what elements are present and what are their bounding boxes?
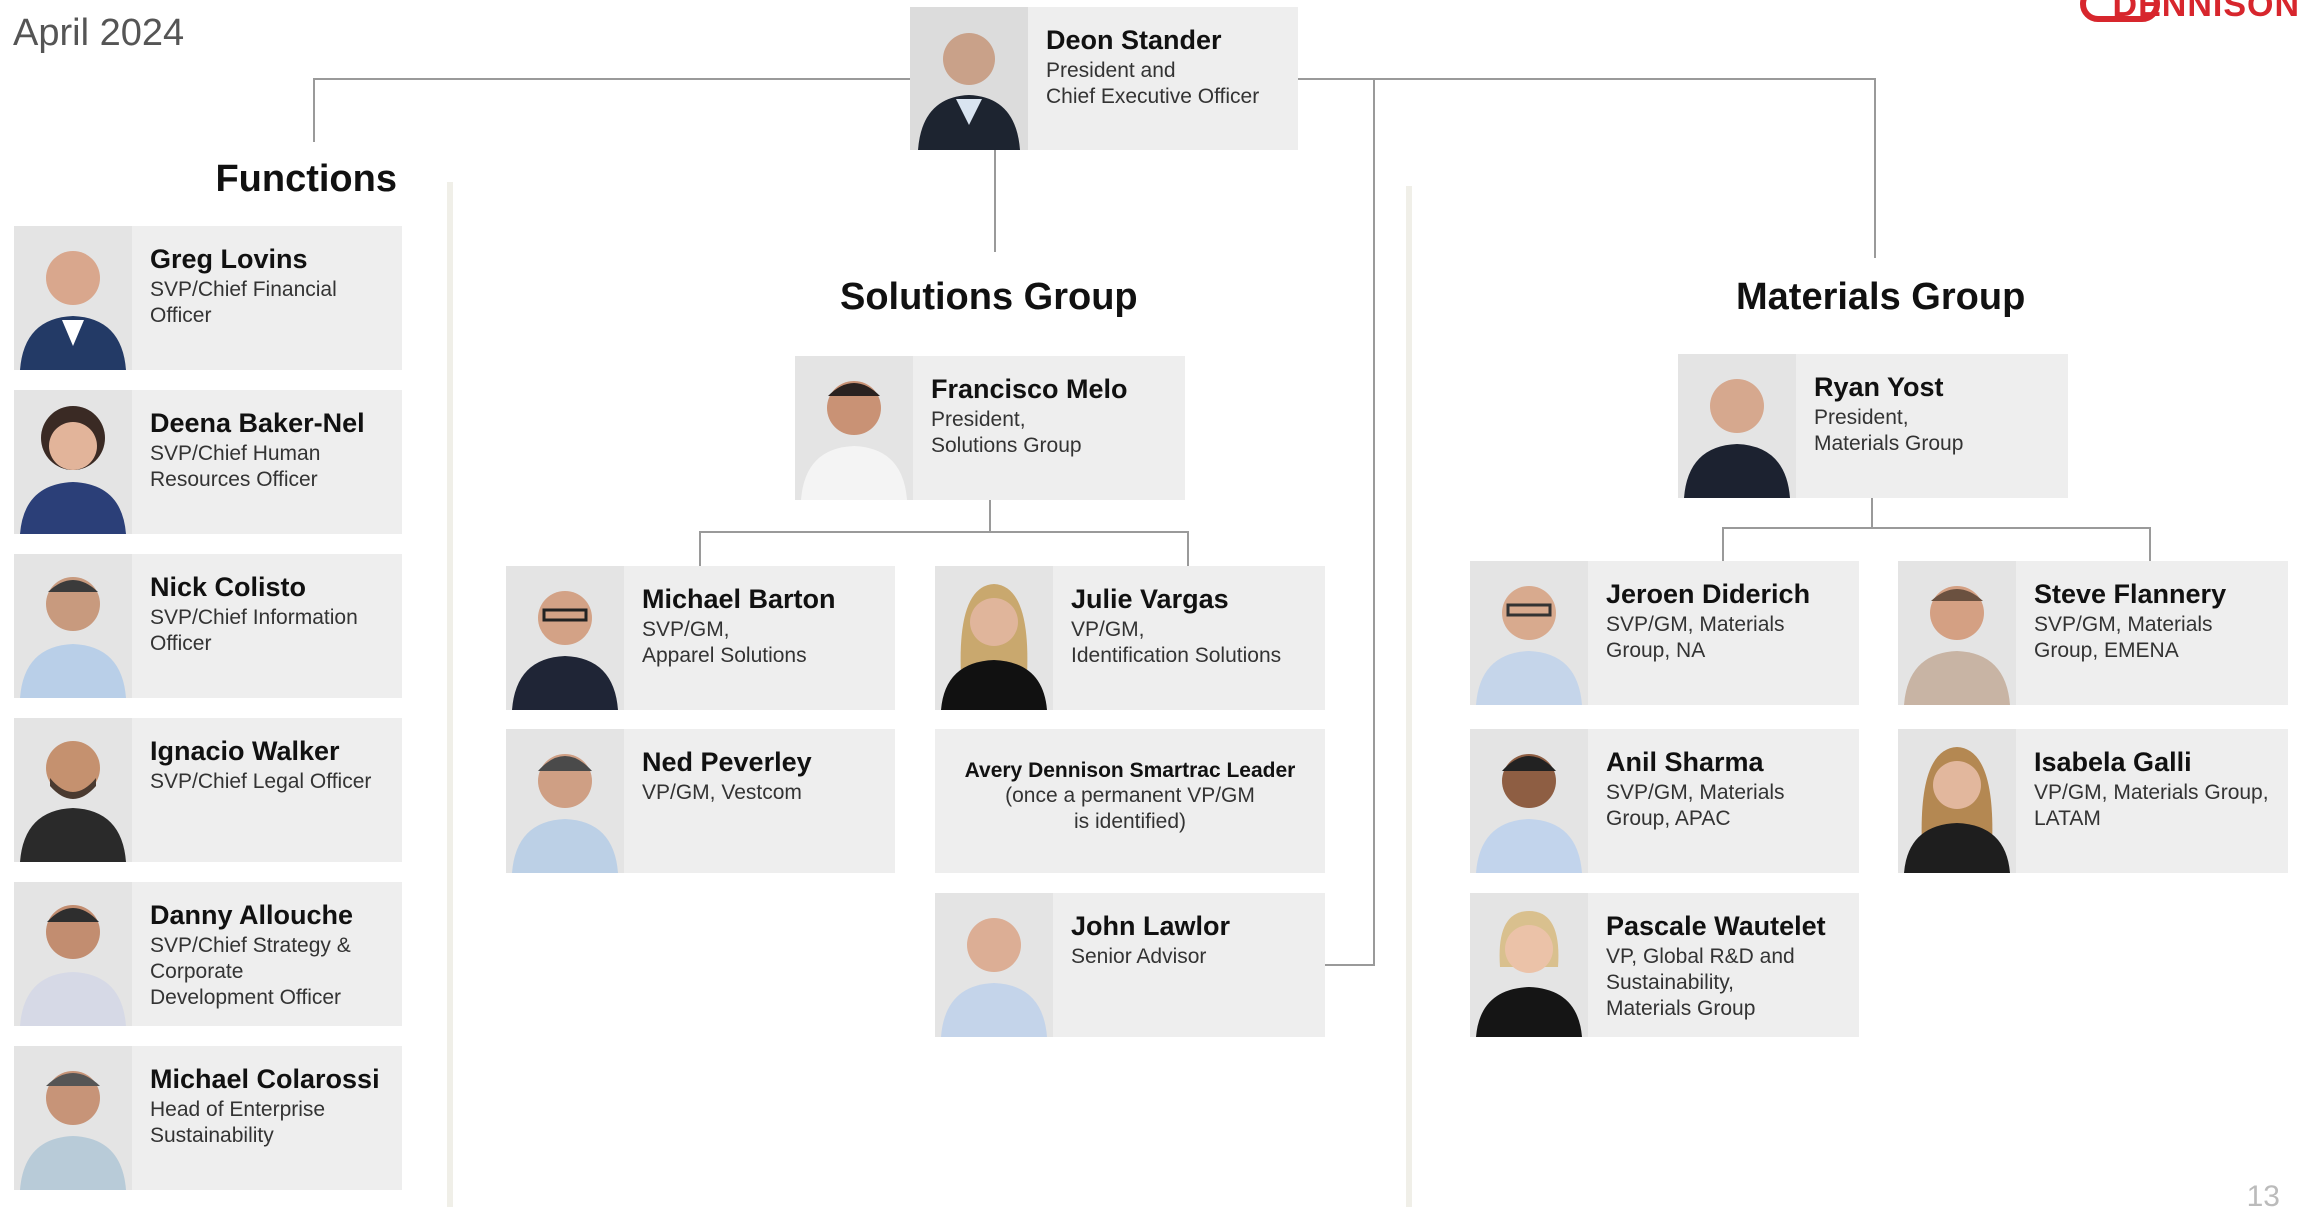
person-name: Francisco Melo [931,374,1128,404]
julie-vargas-photo [935,566,1053,710]
solutions-leader-card: Francisco Melo President, Solutions Grou… [795,356,1185,500]
john-lawlor-photo [935,893,1053,1037]
francisco-melo-photo [795,356,913,500]
logo-text: DENNISON [2112,0,2300,24]
person-name: Isabela Galli [2034,747,2192,777]
solutions-card-john-lawlor: John Lawlor Senior Advisor [935,893,1325,1037]
person-title: SVP/Chief Financial Officer [150,278,337,327]
functions-heading: Functions [215,158,397,200]
person-title: Head of Enterprise Sustainability [150,1098,326,1147]
person-name: Steve Flannery [2034,579,2227,609]
person-name: Nick Colisto [150,572,307,602]
person-title: President, Materials Group [1814,406,1964,455]
function-card-ignacio-walker: Ignacio Walker SVP/Chief Legal Officer [14,718,402,862]
greg-lovins-photo [14,226,132,370]
person-name: Danny Allouche [150,900,354,930]
person-title: SVP/Chief Legal Officer [150,770,372,793]
nick-colisto-photo [14,554,132,698]
materials-leader-card: Ryan Yost President, Materials Group [1678,354,2068,498]
ceo-name: Deon Stander [1046,25,1222,55]
person-name: Anil Sharma [1606,747,1764,777]
person-name: Deena Baker-Nel [150,408,365,438]
person-name: Avery Dennison Smartrac Leader [964,759,1296,782]
divider-right [1406,186,1412,1207]
solutions-card-ned-peverley: Ned Peverley VP/GM, Vestcom [506,729,895,873]
person-title: SVP/GM, Materials Group, EMENA [2034,613,2213,662]
function-card-michael-colarossi: Michael Colarossi Head of Enterprise Sus… [14,1046,402,1190]
person-name: Julie Vargas [1071,584,1229,614]
person-title: SVP/GM, Materials Group, NA [1606,613,1785,662]
deena-baker-nel-photo [14,390,132,534]
steve-flannery-photo [1898,561,2016,705]
person-title: (once a permanent VP/GM is identified) [1005,784,1255,833]
solutions-card-smartrac-leader: Avery Dennison Smartrac Leader (once a p… [935,729,1325,873]
person-title: SVP/Chief Information Officer [150,606,358,655]
function-card-nick-colisto: Nick Colisto SVP/Chief Information Offic… [14,554,402,698]
function-card-greg-lovins: Greg Lovins SVP/Chief Financial Officer [14,226,402,370]
person-title: SVP/GM, Materials Group, APAC [1606,781,1785,830]
materials-card-anil-sharma: Anil Sharma SVP/GM, Materials Group, APA… [1470,729,1859,873]
company-logo: DENNISON [2080,0,2300,28]
person-name: Pascale Wautelet [1606,911,1826,941]
report-date: April 2024 [13,12,185,54]
person-name: Jeroen Diderich [1606,579,1811,609]
ryan-yost-photo [1678,354,1796,498]
person-name: Michael Colarossi [150,1064,380,1094]
ceo-photo [910,7,1028,151]
materials-heading: Materials Group [1736,276,2026,318]
person-name: Ignacio Walker [150,736,340,766]
materials-card-pascale-wautelet: Pascale Wautelet VP, Global R&D and Sust… [1470,893,1859,1037]
jeroen-diderich-photo [1470,561,1588,705]
anil-sharma-photo [1470,729,1588,873]
person-name: Greg Lovins [150,244,308,274]
person-title: SVP/Chief Human Resources Officer [150,442,321,491]
function-card-deena-baker-nel: Deena Baker-Nel SVP/Chief Human Resource… [14,390,402,534]
person-title: Senior Advisor [1071,945,1207,968]
person-title: SVP/GM, Apparel Solutions [642,618,807,667]
person-name: Ryan Yost [1814,372,1944,402]
ignacio-walker-photo [14,718,132,862]
ned-peverley-photo [506,729,624,873]
person-title: VP/GM, Identification Solutions [1071,618,1282,667]
danny-allouche-photo [14,882,132,1026]
person-name: Michael Barton [642,584,836,614]
pascale-wautelet-photo [1470,893,1588,1037]
materials-card-isabela-galli: Isabela Galli VP/GM, Materials Group, LA… [1898,729,2288,873]
person-name: Ned Peverley [642,747,812,777]
person-name: John Lawlor [1071,911,1231,941]
divider-left [447,182,453,1207]
person-title: VP/GM, Materials Group, LATAM [2034,781,2269,830]
materials-card-jeroen-diderich: Jeroen Diderich SVP/GM, Materials Group,… [1470,561,1859,705]
materials-card-steve-flannery: Steve Flannery SVP/GM, Materials Group, … [1898,561,2288,705]
solutions-heading: Solutions Group [840,276,1138,318]
function-card-danny-allouche: Danny Allouche SVP/Chief Strategy & Corp… [14,882,402,1026]
ceo-title: President and Chief Executive Officer [1046,59,1260,108]
isabela-galli-photo [1898,729,2016,873]
person-title: President, Solutions Group [931,408,1082,457]
solutions-card-julie-vargas: Julie Vargas VP/GM, Identification Solut… [935,566,1325,710]
person-title: VP, Global R&D and Sustainability, Mater… [1606,945,1795,1020]
page-number: 13 [2246,1180,2280,1213]
michael-barton-photo [506,566,624,710]
ceo-card: Deon Stander President and Chief Executi… [910,7,1298,150]
michael-colarossi-photo [14,1046,132,1190]
solutions-card-michael-barton: Michael Barton SVP/GM, Apparel Solutions [506,566,895,710]
person-title: SVP/Chief Strategy & Corporate Developme… [150,934,351,1009]
person-title: VP/GM, Vestcom [642,781,802,804]
